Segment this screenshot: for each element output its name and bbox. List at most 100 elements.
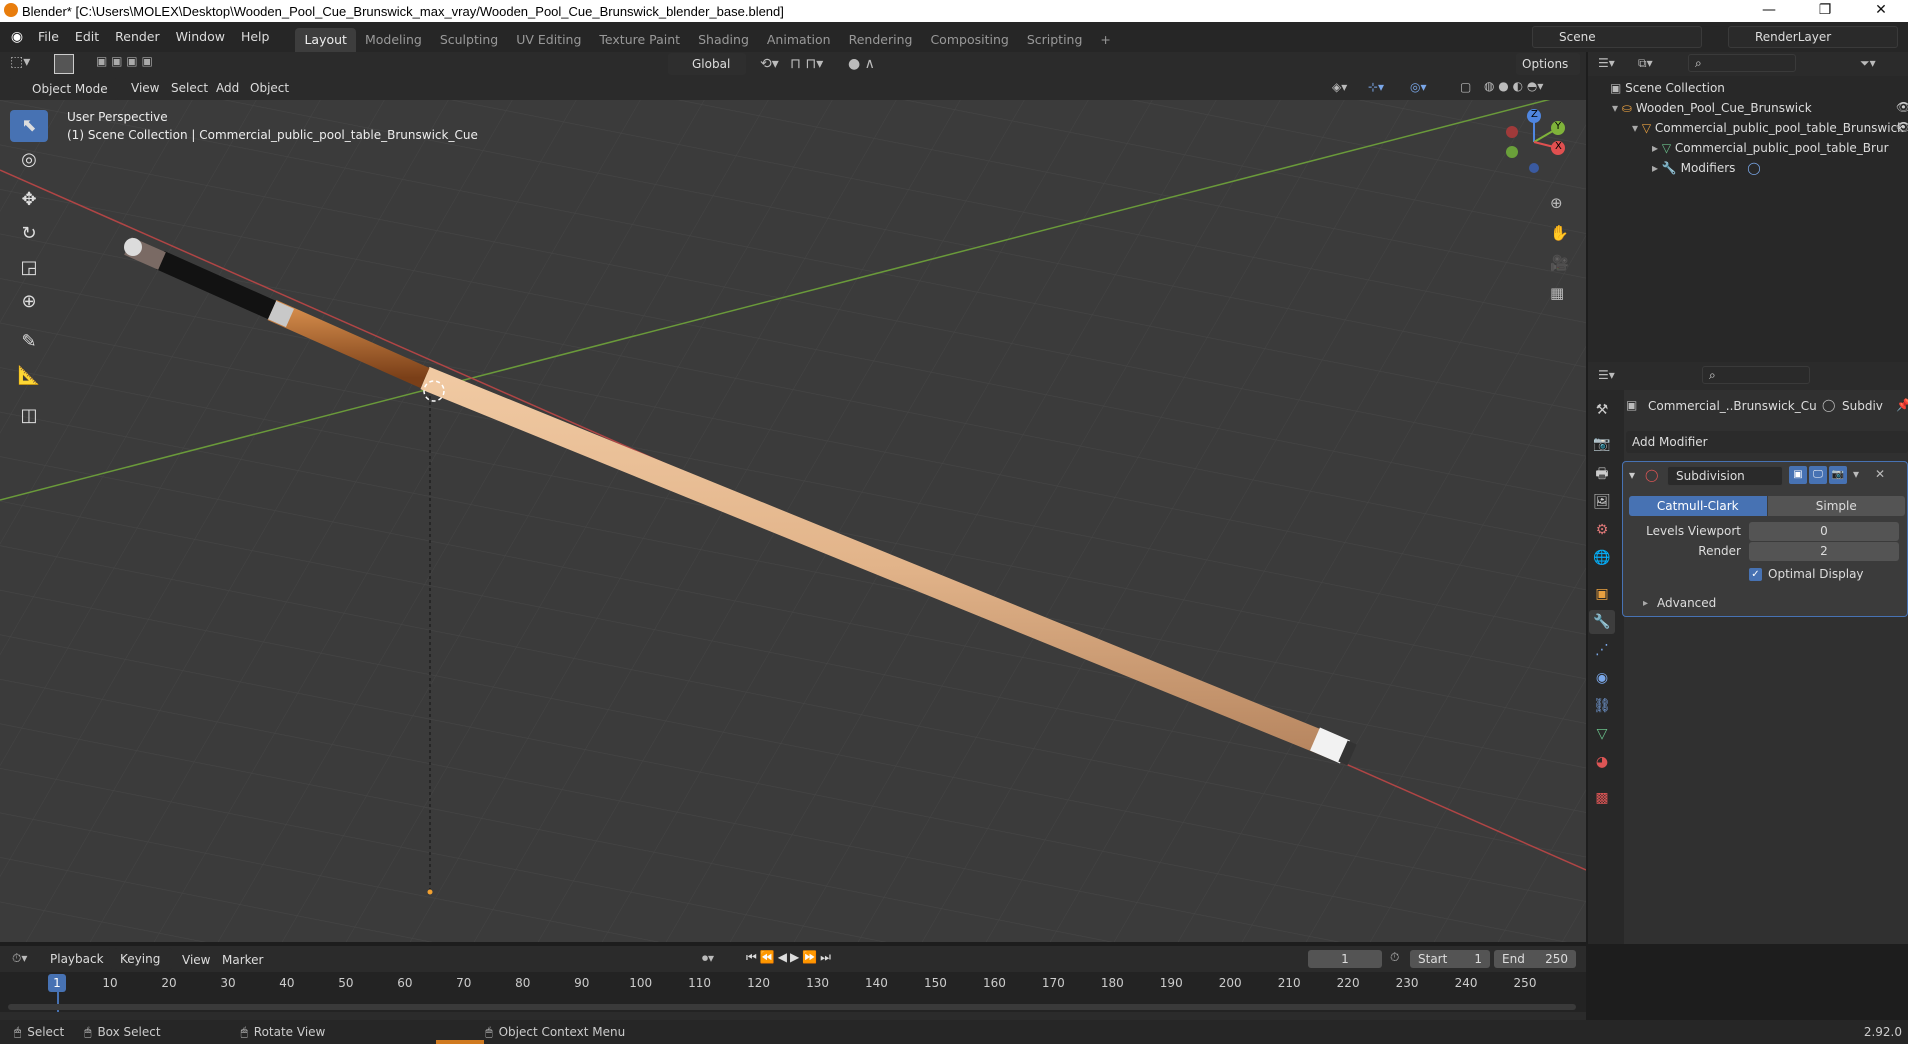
visibility-eye-icon[interactable]: 👁 — [1896, 100, 1908, 114]
collapse-chevron-icon[interactable]: ▾ — [1629, 468, 1635, 482]
tab-uv-editing[interactable]: UV Editing — [507, 28, 590, 52]
object-tab-icon[interactable]: ▣ — [1589, 582, 1615, 606]
record-keyframe-icon[interactable]: ⏺▾ — [702, 951, 714, 966]
zoom-icon[interactable]: ⊕ — [1550, 194, 1563, 212]
proportional-edit-icon[interactable]: ● ∧ — [848, 56, 875, 72]
outliner-row-mesh[interactable]: ▸ ▽ Commercial_public_pool_table_Brur — [1652, 138, 1889, 158]
outliner-search-input[interactable]: ⌕ — [1688, 54, 1796, 72]
outliner-row-object[interactable]: ▾ ▽ Commercial_public_pool_table_Brunswi… — [1632, 118, 1904, 138]
tab-rendering[interactable]: Rendering — [840, 28, 922, 52]
tool-tab-icon[interactable]: ⚒ — [1589, 398, 1615, 422]
output-tab-icon[interactable]: 🖶 — [1589, 462, 1615, 486]
viewport-toggle-icon[interactable]: 🖵 — [1809, 466, 1827, 484]
filter-icon[interactable]: ⏷▾ — [1860, 56, 1876, 71]
tab-modeling[interactable]: Modeling — [356, 28, 431, 52]
cursor-tool-icon[interactable]: ◎ — [10, 144, 48, 176]
menu-help[interactable]: Help — [233, 22, 278, 52]
menu-render[interactable]: Render — [107, 22, 168, 52]
view-layer-selector[interactable]: RenderLayer — [1728, 26, 1898, 48]
viewport-menu-add[interactable]: Add — [216, 81, 239, 95]
texture-tab-icon[interactable]: ▩ — [1589, 786, 1615, 810]
gizmo-toggle-icon[interactable]: ⊹▾ — [1368, 80, 1384, 94]
menu-file[interactable]: File — [30, 22, 67, 52]
add-cube-tool-icon[interactable]: ◫ — [10, 400, 48, 432]
add-modifier-dropdown[interactable]: Add Modifier — [1626, 431, 1908, 453]
close-button[interactable]: ✕ — [1858, 0, 1904, 22]
outliner-row-collection[interactable]: ▾ ⛀ Wooden_Pool_Cue_Brunswick — [1612, 98, 1812, 118]
tab-animation[interactable]: Animation — [758, 28, 840, 52]
physics-tab-icon[interactable]: ◉ — [1589, 666, 1615, 690]
particles-tab-icon[interactable]: ⋰ — [1589, 638, 1615, 662]
options-dropdown[interactable]: Options — [1516, 53, 1580, 75]
view-layer-tab-icon[interactable]: 🖼 — [1589, 490, 1615, 514]
simple-button[interactable]: Simple — [1767, 496, 1905, 516]
modifier-name-field[interactable]: Subdivision — [1667, 466, 1783, 486]
camera-icon[interactable]: 🎥 — [1550, 254, 1569, 272]
start-frame-field[interactable]: Start 1 — [1410, 950, 1490, 968]
viewport-menu-object[interactable]: Object — [250, 81, 289, 95]
render-toggle-icon[interactable]: 📷 — [1829, 466, 1847, 484]
properties-search-input[interactable]: ⌕ — [1702, 366, 1810, 384]
preview-range-icon[interactable]: ⏱ — [1390, 950, 1399, 965]
edit-mode-toggle-icon[interactable]: ▣ — [1789, 466, 1807, 484]
modifier-tab-icon[interactable]: 🔧 — [1589, 610, 1615, 634]
visibility-eye-icon-2[interactable]: 👁 — [1896, 120, 1908, 134]
timeline-editor-icon[interactable]: ⏱▾ — [12, 951, 27, 966]
xray-icon[interactable]: ▢ — [1460, 80, 1471, 94]
scale-tool-icon[interactable]: ◲ — [10, 252, 48, 284]
annotate-tool-icon[interactable]: ✎ — [10, 326, 48, 358]
tab-layout[interactable]: Layout — [295, 28, 356, 52]
timeline-menu-view[interactable]: View — [182, 953, 210, 967]
minimize-button[interactable]: — — [1746, 0, 1792, 22]
selection-mode-icons[interactable]: ▣ ▣ ▣ ▣ — [96, 54, 153, 68]
transform-tool-icon[interactable]: ⊕ — [10, 286, 48, 318]
constraints-tab-icon[interactable]: ⛓ — [1589, 694, 1615, 718]
ortho-grid-icon[interactable]: ▦ — [1550, 284, 1564, 302]
material-tab-icon[interactable]: ◕ — [1589, 750, 1615, 774]
world-tab-icon[interactable]: 🌐 — [1589, 546, 1615, 570]
rotate-tool-icon[interactable]: ↻ — [10, 218, 48, 250]
restore-button[interactable]: ❐ — [1802, 0, 1848, 22]
advanced-expand-icon[interactable]: ▸ — [1643, 598, 1648, 609]
tab-scripting[interactable]: Scripting — [1018, 28, 1092, 52]
snap-icon[interactable]: ⊓ ⊓▾ — [790, 56, 823, 72]
outliner-row-modifiers[interactable]: ▸ 🔧 Modifiers ◯ — [1652, 158, 1761, 178]
editor-type-icon[interactable]: ⬚▾ — [10, 54, 30, 70]
select-box-tool-icon[interactable] — [54, 54, 74, 74]
scene-tab-icon[interactable]: ⚙ — [1589, 518, 1615, 542]
viewport-menu-view[interactable]: View — [131, 81, 159, 95]
add-workspace-button[interactable]: + — [1091, 28, 1119, 52]
tab-sculpting[interactable]: Sculpting — [431, 28, 507, 52]
properties-object-name[interactable]: Commercial_..Brunswick_Cu — [1648, 399, 1817, 413]
pan-hand-icon[interactable]: ✋ — [1550, 224, 1569, 242]
optimal-display-checkbox[interactable]: ✓ — [1749, 568, 1762, 581]
properties-modifier-short[interactable]: Subdiv — [1842, 399, 1883, 413]
remove-modifier-icon[interactable]: ✕ — [1875, 467, 1885, 481]
modifier-menu-chevron-icon[interactable]: ▾ — [1853, 467, 1859, 481]
levels-viewport-field[interactable]: 0 — [1749, 522, 1899, 541]
select-tool-icon[interactable]: ⬉ — [10, 110, 48, 142]
navigation-gizmo[interactable]: Z Y X — [1496, 108, 1566, 178]
visibility-icon[interactable]: ◈▾ — [1332, 80, 1347, 94]
move-tool-icon[interactable]: ✥ — [10, 184, 48, 216]
timeline-track[interactable]: 1 10 20 30 40 50 60 70 80 90 100 110 120 130 140 150 160… — [0, 972, 1586, 1012]
outliner-row-scene-collection[interactable]: ▣ Scene Collection — [1610, 78, 1725, 98]
scene-selector[interactable]: Scene — [1532, 26, 1702, 48]
pin-icon[interactable]: 📌 — [1896, 398, 1908, 412]
timeline-menu-playback[interactable]: Playback — [44, 948, 112, 970]
viewport-canvas[interactable] — [0, 100, 1586, 942]
timeline-scrollbar[interactable] — [8, 1004, 1576, 1010]
properties-editor-icon[interactable]: ☰▾ — [1598, 368, 1615, 382]
outliner-editor-icon[interactable]: ☰▾ — [1598, 56, 1615, 70]
orientation-dropdown[interactable]: Global — [668, 53, 746, 75]
playback-controls-icons[interactable]: ⏮⏪◀▶⏩⏭ — [746, 950, 834, 965]
tab-shading[interactable]: Shading — [689, 28, 758, 52]
render-levels-field[interactable]: 2 — [1749, 542, 1899, 561]
data-tab-icon[interactable]: ▽ — [1589, 722, 1615, 746]
3d-viewport[interactable]: ⬉ ◎ ✥ ↻ ◲ ⊕ ✎ 📐 ◫ User Perspective (1) S… — [0, 100, 1586, 942]
current-frame-field[interactable]: 1 — [1308, 950, 1382, 968]
blender-menu-icon[interactable]: ◉ — [4, 29, 30, 45]
tab-compositing[interactable]: Compositing — [921, 28, 1017, 52]
menu-edit[interactable]: Edit — [67, 22, 107, 52]
object-mode-dropdown[interactable]: Object Mode — [8, 78, 118, 100]
